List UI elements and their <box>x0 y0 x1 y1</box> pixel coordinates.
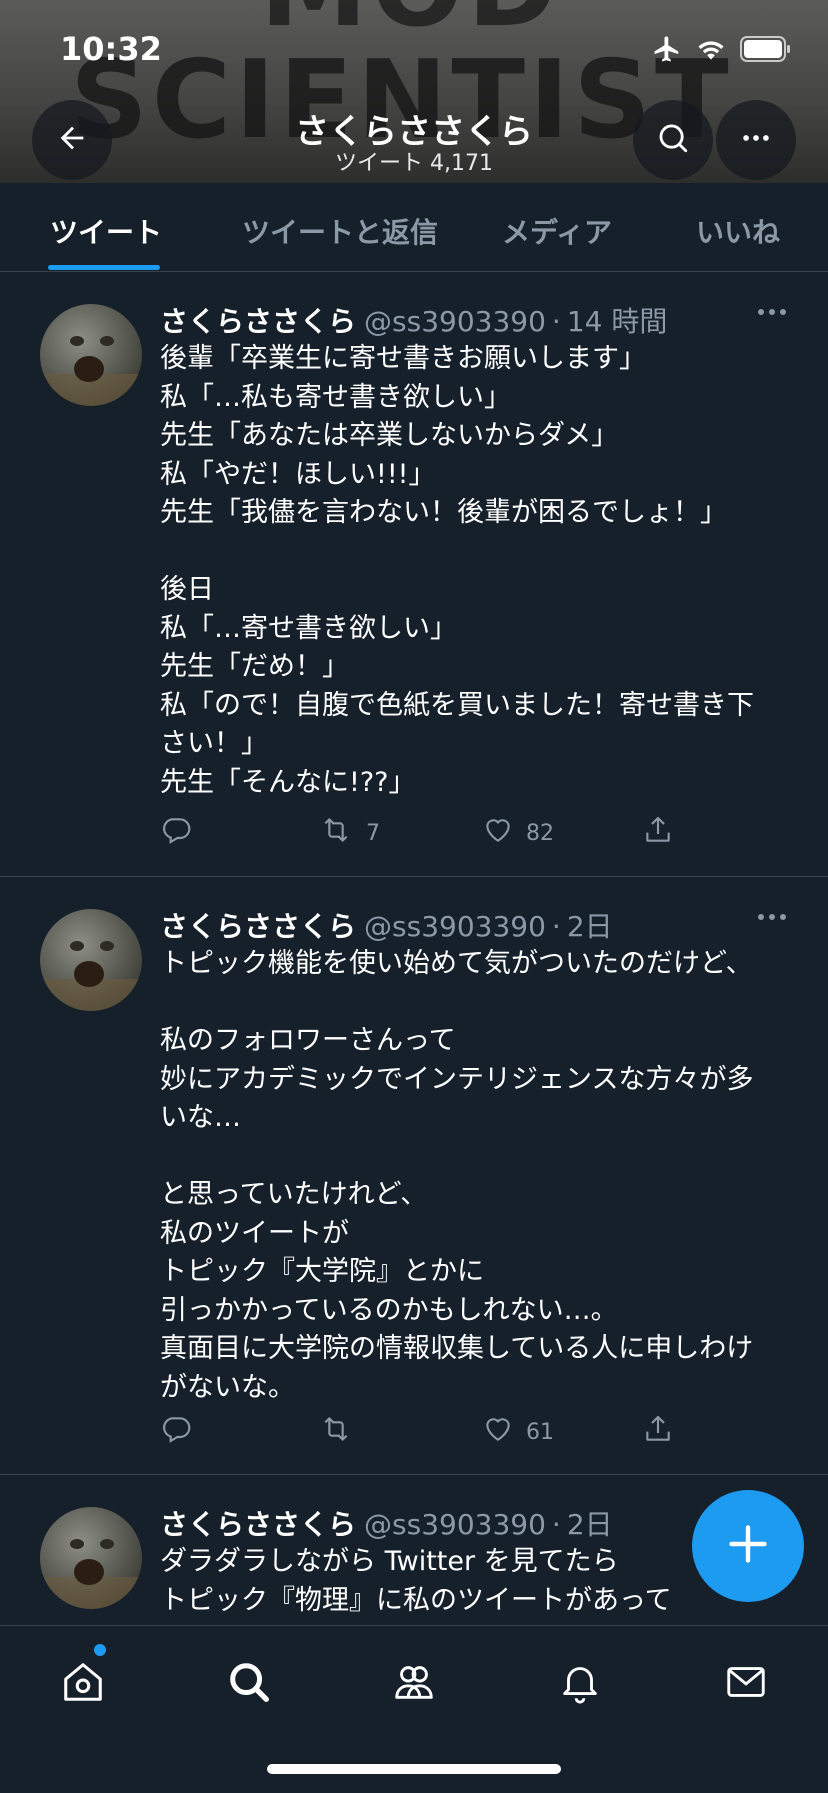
tweet-header: さくらささくら @ss3903390 · 2日 <box>160 905 613 945</box>
more-icon <box>756 307 788 326</box>
tweet-author-name[interactable]: さくらささくら <box>160 910 356 943</box>
plus-icon <box>726 1522 770 1570</box>
avatar[interactable] <box>40 304 142 406</box>
like-button[interactable]: 61 <box>482 1413 554 1451</box>
avatar-eye <box>70 941 84 951</box>
active-tab-indicator <box>48 265 160 270</box>
search-icon <box>656 121 690 159</box>
avatar-eye <box>70 1539 84 1549</box>
tweet-item[interactable]: さくらささくら @ss3903390 · 14 時間 後輩「卒業生に寄せ書きお願いしま… <box>0 272 828 877</box>
tweet-time: 2日 <box>566 1508 613 1541</box>
home-indicator <box>267 1764 561 1774</box>
avatar-eye <box>100 1539 114 1549</box>
tweet-header: さくらささくら @ss3903390 · 14 時間 <box>160 300 667 340</box>
avatar-eye <box>100 336 114 346</box>
separator-dot: · <box>551 1508 561 1541</box>
heart-icon <box>482 1413 514 1451</box>
retweet-icon <box>318 1413 354 1451</box>
status-time: 10:32 <box>60 30 162 68</box>
tweet-more-button[interactable] <box>756 907 788 931</box>
wifi-icon <box>696 36 726 66</box>
retweet-button[interactable]: 7 <box>318 814 380 852</box>
more-icon <box>756 912 788 931</box>
notification-dot <box>94 1644 106 1656</box>
tweet-more-button[interactable] <box>756 302 788 326</box>
tweet-item[interactable]: さくらささくら @ss3903390 · 2日 トピック機能を使い始めて気がついたのだ… <box>0 877 828 1475</box>
avatar-mouth <box>74 961 104 987</box>
tweet-author-name[interactable]: さくらささくら <box>160 1508 356 1541</box>
home-icon <box>60 1659 106 1709</box>
tweet-header: さくらささくら @ss3903390 · 2日 <box>160 1503 613 1543</box>
retweet-count: 7 <box>366 820 380 846</box>
compose-tweet-button[interactable] <box>692 1490 804 1602</box>
tab-tweets[interactable]: ツイート <box>50 211 162 251</box>
tweet-author-handle[interactable]: @ss3903390 <box>364 1508 546 1541</box>
tab-tweets-replies[interactable]: ツイートと返信 <box>242 211 438 251</box>
nav-communities[interactable] <box>386 1656 442 1712</box>
like-button[interactable]: 82 <box>482 814 554 852</box>
nav-home[interactable] <box>55 1656 111 1712</box>
search-icon <box>226 1659 272 1709</box>
tweet-text: トピック機能を使い始めて気がついたのだけど、 私のフォロワーさんって 妙にアカデ… <box>160 948 754 1403</box>
avatar[interactable] <box>40 1507 142 1609</box>
like-count: 82 <box>526 820 554 846</box>
reply-button[interactable] <box>160 1413 204 1451</box>
bell-icon <box>557 1659 603 1709</box>
tab-likes[interactable]: いいね <box>696 211 780 251</box>
share-button[interactable] <box>642 814 674 852</box>
like-count: 61 <box>526 1419 554 1445</box>
tab-media[interactable]: メディア <box>502 211 612 251</box>
retweet-button[interactable] <box>318 1413 366 1451</box>
reply-icon <box>160 1413 192 1451</box>
status-icons <box>652 34 792 68</box>
avatar-mouth <box>74 356 104 382</box>
tweet-actions: 61 <box>160 1413 680 1453</box>
separator-dot: · <box>551 910 561 943</box>
tweet-author-handle[interactable]: @ss3903390 <box>364 305 546 338</box>
reply-button[interactable] <box>160 814 204 852</box>
profile-header: MOD SCIENTIST 10:32 さくらささくら ツイート 4,171 <box>0 0 828 183</box>
mail-icon <box>723 1659 769 1709</box>
airplane-icon <box>652 34 682 68</box>
share-icon <box>642 814 674 852</box>
more-options-button[interactable] <box>716 100 796 180</box>
tweet-actions: 7 82 <box>160 814 680 854</box>
reply-icon <box>160 814 192 852</box>
share-button[interactable] <box>642 1413 674 1451</box>
separator-dot: · <box>551 305 561 338</box>
profile-tabs: ツイート ツイートと返信 メディア いいね <box>0 183 828 272</box>
heart-icon <box>482 814 514 852</box>
avatar-eye <box>70 336 84 346</box>
nav-search[interactable] <box>221 1656 277 1712</box>
nav-messages[interactable] <box>718 1656 774 1712</box>
battery-icon <box>740 36 792 66</box>
share-icon <box>642 1413 674 1451</box>
tweet-text: 後輩「卒業生に寄せ書きお願いします」 私「…私も寄せ書き欲しい」 先生「あなたは… <box>160 343 754 798</box>
tweet-author-handle[interactable]: @ss3903390 <box>364 910 546 943</box>
nav-notifications[interactable] <box>552 1656 608 1712</box>
avatar-mouth <box>74 1559 104 1585</box>
avatar-eye <box>100 941 114 951</box>
more-icon <box>739 121 773 159</box>
retweet-icon <box>318 814 354 852</box>
tweet-time: 2日 <box>566 910 613 943</box>
communities-icon <box>391 1659 437 1709</box>
search-button[interactable] <box>633 100 713 180</box>
avatar[interactable] <box>40 909 142 1011</box>
tweet-author-name[interactable]: さくらささくら <box>160 305 356 338</box>
tweet-time: 14 時間 <box>566 305 668 338</box>
